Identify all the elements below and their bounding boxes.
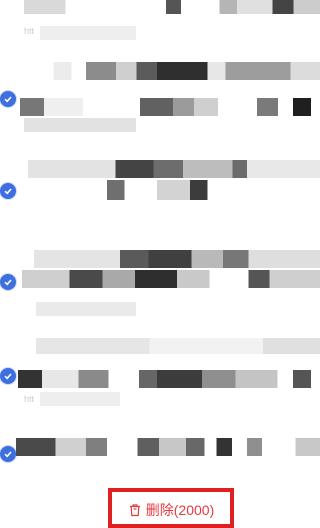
blurred-content (18, 370, 320, 388)
blurred-content (20, 98, 320, 116)
blurred-content (16, 438, 320, 456)
list-item[interactable] (0, 60, 320, 140)
list-item[interactable] (0, 420, 320, 480)
blurred-content (24, 0, 320, 14)
blurred-content (36, 302, 136, 316)
blurred-content (34, 250, 320, 268)
delete-label: 删除(2000) (145, 502, 215, 518)
blurred-content (24, 62, 320, 80)
list-item[interactable]: htt (0, 328, 320, 420)
blurred-content (28, 160, 320, 178)
selected-check-icon[interactable] (0, 91, 16, 107)
trash-icon (128, 503, 142, 517)
blurred-content (40, 26, 136, 40)
message-list: htt htt (0, 0, 320, 480)
blurred-content (24, 180, 320, 200)
blurred-content (22, 270, 320, 288)
list-item[interactable]: htt (0, 0, 320, 60)
item-meta: htt (24, 26, 35, 36)
selected-check-icon[interactable] (0, 274, 16, 290)
list-item[interactable] (0, 232, 320, 328)
blurred-content (40, 392, 120, 406)
delete-button[interactable]: 删除(2000) (112, 492, 230, 528)
blurred-content (36, 338, 320, 354)
list-item[interactable] (0, 140, 320, 232)
selected-check-icon[interactable] (0, 183, 16, 199)
item-meta: htt (24, 394, 35, 404)
selected-check-icon[interactable] (0, 368, 16, 384)
blurred-content (24, 118, 136, 132)
selected-check-icon[interactable] (0, 446, 16, 462)
